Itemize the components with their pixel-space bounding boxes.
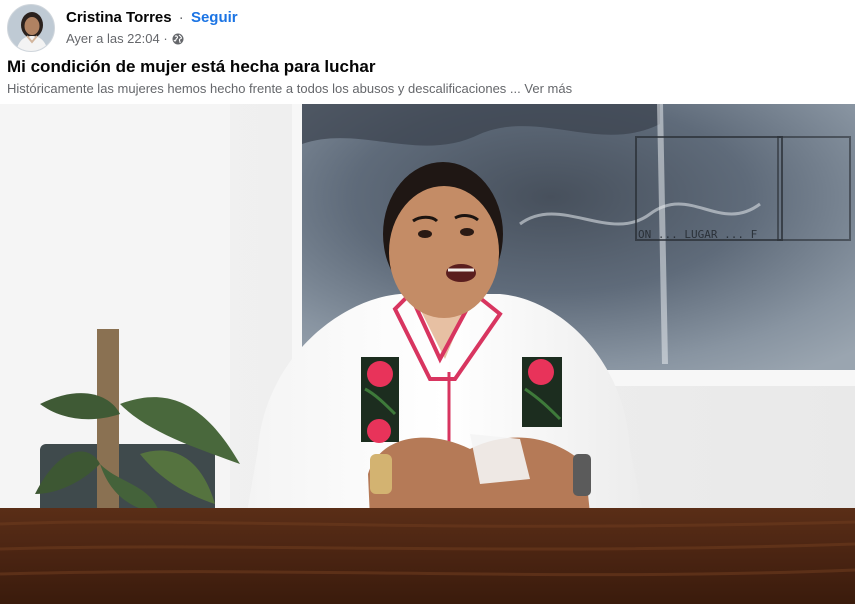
- separator-dot: ·: [178, 9, 184, 26]
- post-timestamp[interactable]: Ayer a las 22:04 ·: [66, 31, 168, 46]
- painting-scribble: ON ... LUGAR ... F: [638, 228, 757, 241]
- author-avatar[interactable]: [7, 4, 55, 52]
- woman-face: [389, 186, 499, 318]
- post-title: Mi condición de mujer está hecha para lu…: [7, 57, 376, 76]
- globe-icon[interactable]: [172, 33, 184, 45]
- author-name[interactable]: Cristina Torres: [66, 9, 172, 26]
- post-excerpt: Históricamente las mujeres hemos hecho f…: [7, 81, 572, 96]
- post-header: Cristina Torres · Seguir Ayer a las 22:0…: [0, 0, 855, 56]
- follow-button[interactable]: Seguir: [191, 9, 238, 26]
- author-line: Cristina Torres · Seguir: [66, 9, 238, 26]
- video-frame: ON ... LUGAR ... F: [0, 104, 855, 604]
- post-meta: Ayer a las 22:04 ·: [66, 31, 184, 46]
- see-more-link[interactable]: Ver más: [524, 81, 572, 96]
- video-player[interactable]: ON ... LUGAR ... F: [0, 104, 855, 604]
- excerpt-text: Históricamente las mujeres hemos hecho f…: [7, 81, 521, 96]
- avatar-image: [8, 5, 54, 51]
